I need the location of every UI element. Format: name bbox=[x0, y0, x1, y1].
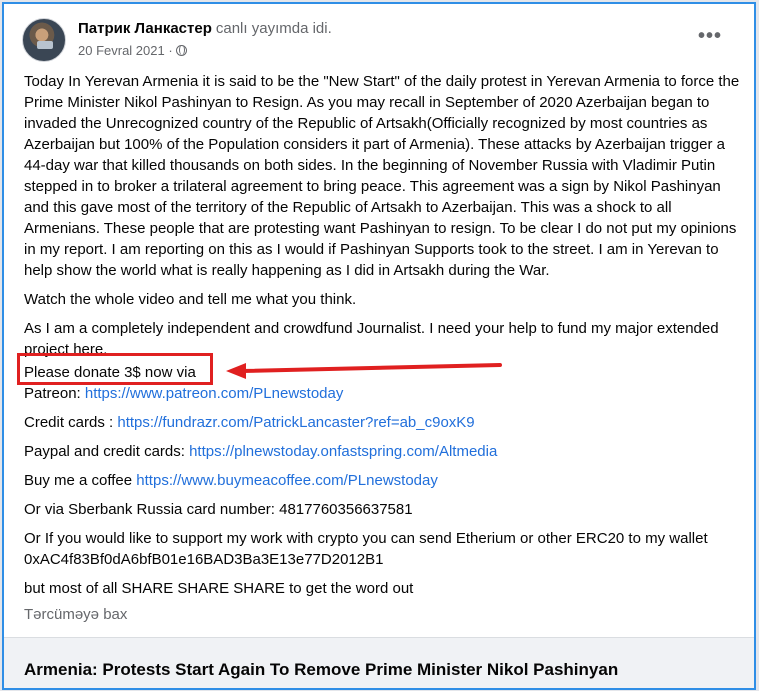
coffee-line: Buy me a coffee https://www.buymeacoffee… bbox=[24, 470, 744, 491]
credit-cards-label: Credit cards : bbox=[24, 414, 118, 431]
buymeacoffee-link[interactable]: https://www.buymeacoffee.com/PLnewstoday bbox=[136, 472, 438, 489]
post-paragraph: Today In Yerevan Armenia it is said to b… bbox=[24, 73, 740, 279]
post-date[interactable]: 20 Fevral 2021 bbox=[78, 43, 165, 58]
preview-title[interactable]: Armenia: Protests Start Again To Remove … bbox=[24, 660, 618, 680]
author-line: Патрик Ланкастер canlı yayımda idi. bbox=[78, 20, 332, 37]
credit-cards-line: Credit cards : https://fundrazr.com/Patr… bbox=[24, 412, 744, 433]
patreon-label: Patreon: bbox=[24, 385, 85, 402]
globe-icon bbox=[175, 45, 187, 56]
post-meta: 20 Fevral 2021 · bbox=[78, 43, 187, 58]
post-paragraph: Watch the whole video and tell me what y… bbox=[24, 291, 357, 308]
crypto-line: Or If you would like to support my work … bbox=[24, 530, 708, 568]
video-preview-card[interactable]: Armenia: Protests Start Again To Remove … bbox=[4, 638, 754, 688]
post-header: Патрик Ланкастер canlı yayımda idi. 20 Fe… bbox=[22, 16, 736, 64]
coffee-label: Buy me a coffee bbox=[24, 472, 137, 489]
fundrazr-link[interactable]: https://fundrazr.com/PatrickLancaster?re… bbox=[117, 414, 474, 431]
paypal-line: Paypal and credit cards: https://plnewst… bbox=[24, 441, 744, 462]
avatar[interactable] bbox=[22, 18, 66, 62]
post-card: Патрик Ланкастер canlı yayımda idi. 20 Fe… bbox=[2, 2, 756, 690]
fastspring-link[interactable]: https://plnewstoday.onfastspring.com/Alt… bbox=[189, 443, 497, 460]
post-body: Today In Yerevan Armenia it is said to b… bbox=[24, 71, 744, 607]
see-translation-link[interactable]: Tərcüməyə bax bbox=[24, 606, 127, 623]
annotation-arrow bbox=[226, 363, 502, 379]
more-options-button[interactable]: ••• bbox=[692, 24, 728, 56]
sberbank-line: Or via Sberbank Russia card number: 4817… bbox=[24, 501, 413, 518]
patreon-link[interactable]: https://www.patreon.com/PLnewstoday bbox=[85, 385, 343, 402]
author-status: canlı yayımda idi. bbox=[215, 20, 332, 37]
paypal-label: Paypal and credit cards: bbox=[24, 443, 190, 460]
share-line: but most of all SHARE SHARE SHARE to get… bbox=[24, 580, 414, 597]
annotation-highlight-box bbox=[17, 353, 213, 385]
patreon-line: Patreon: https://www.patreon.com/PLnewst… bbox=[24, 383, 744, 404]
author-name[interactable]: Патрик Ланкастер bbox=[78, 20, 212, 37]
